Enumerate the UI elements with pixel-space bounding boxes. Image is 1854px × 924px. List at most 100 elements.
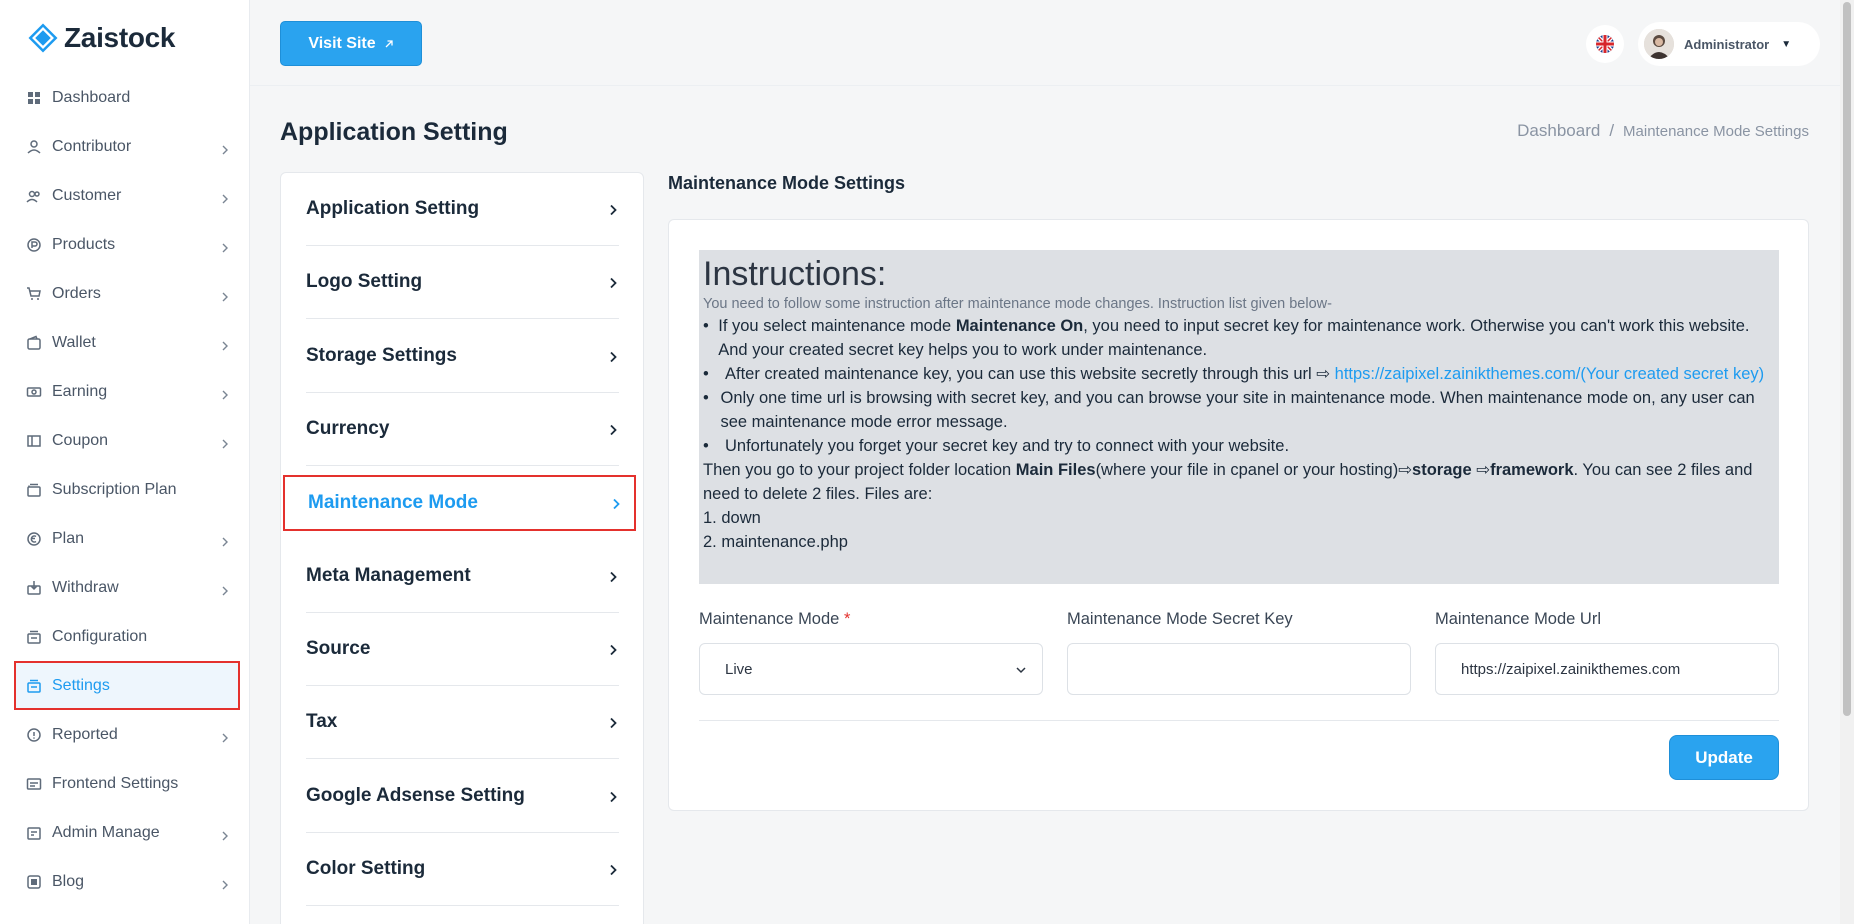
reported-icon (26, 727, 42, 743)
sidebar-item-frontend-settings[interactable]: Frontend Settings (14, 759, 240, 808)
settings-menu-item-google-adsense-setting[interactable]: Google Adsense Setting (306, 760, 619, 833)
subscription-icon (26, 482, 42, 498)
update-button[interactable]: Update (1669, 735, 1779, 780)
sidebar-item-wallet[interactable]: Wallet (14, 318, 240, 367)
settings-menu-label: Application Setting (306, 198, 480, 219)
settings-menu-item-color-setting[interactable]: Color Setting (306, 833, 619, 906)
sidebar-item-settings[interactable]: Settings (14, 661, 240, 710)
chevron-right-icon (220, 877, 230, 889)
sidebar-item-reported[interactable]: Reported (14, 710, 240, 759)
sidebar-item-label: Wallet (52, 333, 96, 351)
settings-menu-item-source[interactable]: Source (306, 613, 619, 686)
sidebar-item-products[interactable]: Products (14, 220, 240, 269)
visit-site-button[interactable]: Visit Site (280, 21, 422, 66)
chevron-right-icon (607, 863, 619, 876)
settings-menu-item-meta-management[interactable]: Meta Management (306, 540, 619, 613)
settings-menu-item-currency[interactable]: Currency (306, 393, 619, 466)
settings-menu-item-logo-setting[interactable]: Logo Setting (306, 246, 619, 319)
cart-icon (26, 286, 42, 302)
sidebar-item-label: Withdraw (52, 578, 119, 596)
sidebar-item-label: Plan (52, 529, 85, 547)
user-menu[interactable]: Administrator ▼ (1638, 22, 1820, 66)
chevron-right-icon (220, 583, 230, 595)
chevron-right-icon (220, 240, 230, 252)
sidebar-item-dashboard[interactable]: Dashboard (14, 73, 240, 122)
breadcrumb-current: Maintenance Mode Settings (1623, 122, 1809, 140)
instruction-text: Unfortunately you forget your secret key… (725, 437, 1290, 455)
sidebar-item-subscription-plan[interactable]: Subscription Plan (14, 465, 240, 514)
secret-key-input[interactable] (1067, 643, 1411, 695)
chevron-right-icon (220, 730, 230, 742)
sidebar-item-withdraw[interactable]: Withdraw (14, 563, 240, 612)
sidebar-item-orders[interactable]: Orders (14, 269, 240, 318)
instruction-text: If you select maintenance mode (718, 317, 956, 335)
maintenance-mode-value: Live (725, 660, 753, 678)
settings-menu-item-application-setting[interactable]: Application Setting (306, 173, 619, 246)
sidebar-item-label: Admin Manage (52, 823, 160, 841)
maintenance-mode-select[interactable]: Live (699, 643, 1043, 695)
instruction-text: Only one time url is browsing with secre… (720, 389, 1755, 431)
external-arrow-icon (385, 39, 393, 47)
settings-menu-item-maintenance-mode[interactable]: Maintenance Mode (283, 475, 636, 531)
secret-key-label: Maintenance Mode Secret Key (1067, 610, 1293, 628)
sidebar-item-earning[interactable]: Earning (14, 367, 240, 416)
secret-url-link[interactable]: https://zaipixel.zainikthemes.com/(Your … (1335, 365, 1765, 383)
wallet-icon (26, 335, 42, 351)
maintenance-url-input[interactable]: https://zaipixel.zainikthemes.com (1435, 643, 1779, 695)
products-icon (26, 237, 42, 253)
sidebar-item-label: Configuration (52, 627, 148, 645)
blog-icon (26, 874, 42, 890)
sidebar-item-label: Products (52, 235, 116, 253)
brand-logo[interactable]: Zaistock (28, 22, 176, 54)
sidebar-nav: Dashboard Contributor Customer Products Orde… (14, 73, 240, 906)
chevron-down-icon (1016, 667, 1026, 674)
chevron-right-icon (607, 350, 619, 363)
settings-menu-item-storage-settings[interactable]: Storage Settings (306, 320, 619, 393)
sidebar-item-contributor[interactable]: Contributor (14, 122, 240, 171)
coupon-icon (26, 433, 42, 449)
language-switcher[interactable] (1586, 25, 1624, 63)
sidebar-item-label: Earning (52, 382, 108, 400)
chevron-right-icon (607, 643, 619, 656)
settings-menu-label: Maintenance Mode (308, 492, 478, 513)
maintenance-mode-label: Maintenance Mode * (699, 610, 851, 628)
sidebar-item-plan[interactable]: Plan (14, 514, 240, 563)
chevron-right-icon (220, 289, 230, 301)
settings-menu-label: Color Setting (306, 858, 426, 879)
sidebar-item-customer[interactable]: Customer (14, 171, 240, 220)
settings-menu-label: Meta Management (306, 565, 471, 586)
instruction-item: • Unfortunately you forget your secret k… (703, 434, 1775, 458)
chevron-right-icon (607, 716, 619, 729)
sidebar-item-coupon[interactable]: Coupon (14, 416, 240, 465)
uk-flag-icon (1596, 35, 1614, 53)
settings-menu: Application Setting Logo Setting Storage S… (280, 172, 644, 924)
sidebar-item-blog[interactable]: Blog (14, 857, 240, 906)
breadcrumb-home[interactable]: Dashboard (1517, 121, 1600, 141)
caret-down-icon: ▼ (1781, 38, 1792, 50)
page-scrollbar[interactable] (1840, 0, 1854, 924)
settings-menu-label: Storage Settings (306, 345, 457, 366)
chevron-right-icon (607, 790, 619, 803)
sidebar-item-configuration[interactable]: Configuration (14, 612, 240, 661)
sidebar-item-label: Customer (52, 186, 122, 204)
scrollbar-thumb[interactable] (1843, 2, 1851, 716)
chevron-right-icon (220, 142, 230, 154)
divider (699, 720, 1779, 721)
file-item: 2. maintenance.php (703, 533, 848, 551)
settings-menu-item-tax[interactable]: Tax (306, 686, 619, 759)
section-title: Maintenance Mode Settings (668, 173, 906, 193)
instructions-intro: You need to follow some instruction afte… (703, 296, 1332, 312)
chevron-right-icon (607, 570, 619, 583)
sidebar-item-label: Reported (52, 725, 118, 743)
chevron-right-icon (220, 191, 230, 203)
chevron-right-icon (610, 497, 622, 510)
chevron-right-icon (607, 423, 619, 436)
sidebar: Zaistock Dashboard Contributor Customer Pro… (0, 0, 250, 924)
sidebar-item-admin-manage[interactable]: Admin Manage (14, 808, 240, 857)
avatar (1644, 29, 1674, 59)
admin-icon (26, 825, 42, 841)
instructions-box: Instructions: You need to follow some in… (699, 250, 1779, 584)
required-mark: * (843, 610, 851, 628)
sidebar-item-label: Subscription Plan (52, 480, 177, 498)
settings-menu-label: Logo Setting (306, 271, 423, 292)
